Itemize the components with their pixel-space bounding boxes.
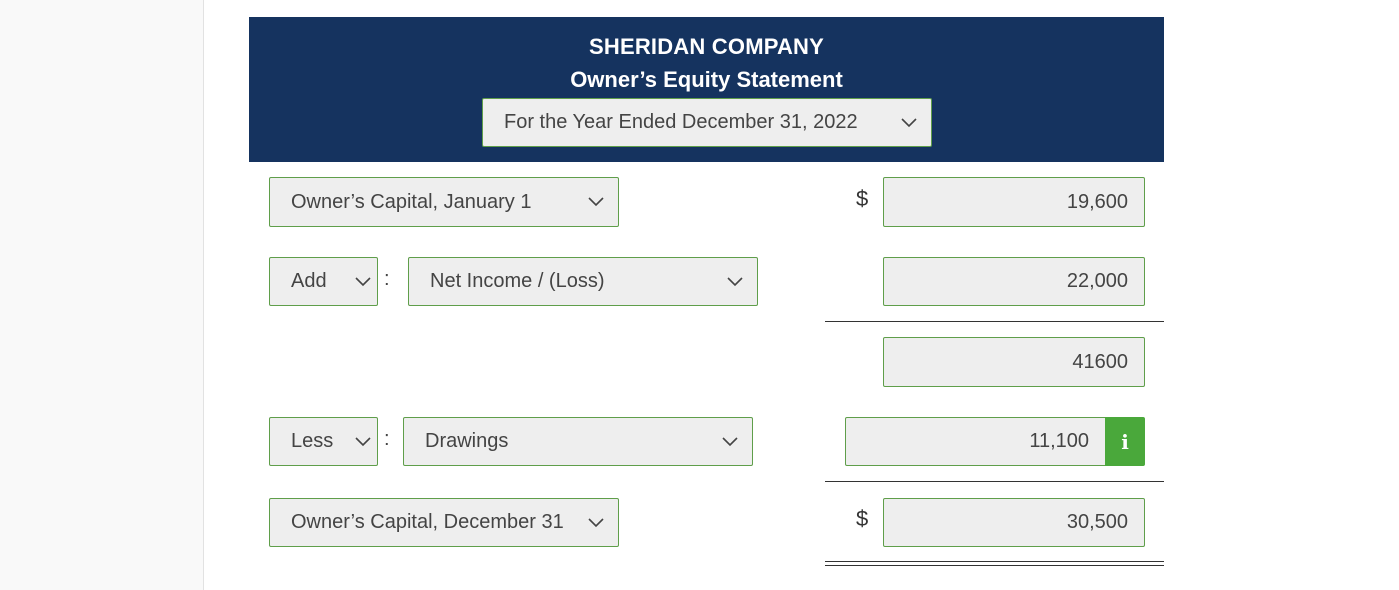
chevron-down-icon <box>727 276 743 287</box>
drawings-amount[interactable]: 11,100 <box>845 417 1106 466</box>
ending-capital-select[interactable]: Owner’s Capital, December 31 <box>269 498 619 547</box>
chevron-down-icon <box>722 436 738 447</box>
beginning-dollar-sign: $ <box>856 186 869 211</box>
drawings-select[interactable]: Drawings <box>403 417 753 466</box>
double-rule-top <box>825 561 1164 562</box>
net-income-select[interactable]: Net Income / (Loss) <box>408 257 758 306</box>
chevron-down-icon <box>588 517 604 528</box>
chevron-down-icon <box>355 276 371 287</box>
net-income-amount[interactable]: 22,000 <box>883 257 1145 306</box>
period-select-value: For the Year Ended December 31, 2022 <box>504 111 858 133</box>
chevron-down-icon <box>355 436 371 447</box>
subtotal-amount[interactable]: 41600 <box>883 337 1145 387</box>
less-operator-value: Less <box>291 430 334 452</box>
ending-capital-label: Owner’s Capital, December 31 <box>291 511 564 533</box>
drawings-label: Drawings <box>425 430 509 452</box>
beginning-capital-amount[interactable]: 19,600 <box>883 177 1145 227</box>
subtotal-rule <box>825 321 1164 322</box>
add-operator-value: Add <box>291 270 327 292</box>
info-icon[interactable]: i <box>1105 417 1145 466</box>
statement-title: Owner’s Equity Statement <box>570 67 843 92</box>
chevron-down-icon <box>901 117 917 128</box>
total-rule <box>825 481 1164 482</box>
period-select[interactable]: For the Year Ended December 31, 2022 <box>482 98 932 147</box>
double-rule-bottom <box>825 565 1164 566</box>
chevron-down-icon <box>588 197 604 207</box>
ending-capital-amount[interactable]: 30,500 <box>883 498 1145 547</box>
add-operator-select[interactable]: Add <box>269 257 378 306</box>
add-separator: : <box>384 268 390 290</box>
less-separator: : <box>384 428 390 450</box>
ending-dollar-sign: $ <box>856 506 869 531</box>
beginning-capital-label: Owner’s Capital, January 1 <box>291 190 532 213</box>
beginning-capital-select[interactable]: Owner’s Capital, January 1 <box>269 177 619 227</box>
company-name: SHERIDAN COMPANY <box>588 34 825 59</box>
net-income-label: Net Income / (Loss) <box>430 270 605 292</box>
less-operator-select[interactable]: Less <box>269 417 378 466</box>
left-panel <box>0 0 204 590</box>
